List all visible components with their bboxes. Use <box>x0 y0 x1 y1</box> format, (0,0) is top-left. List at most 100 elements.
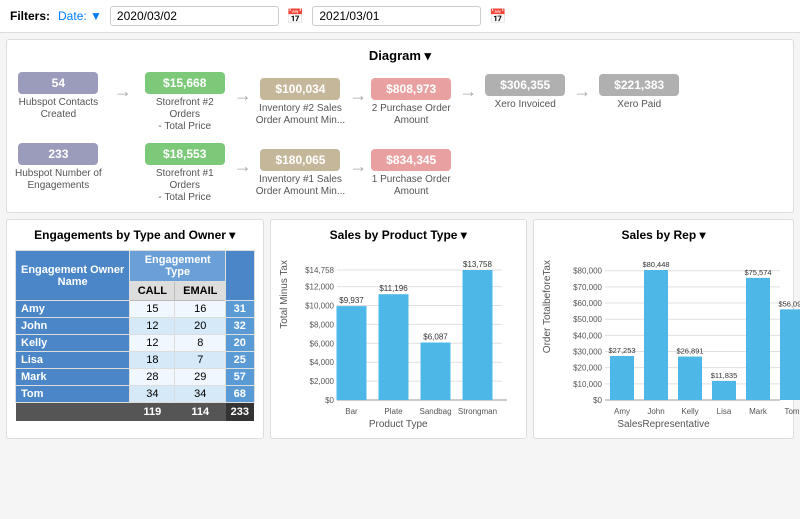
hubspot-engagements-label: Hubspot Number ofEngagements <box>15 168 102 192</box>
hubspot-engagements-node: 233 Hubspot Number ofEngagements <box>15 143 102 192</box>
bottom-panels: Engagements by Type and Owner ▾ Engageme… <box>6 219 794 439</box>
table-row: Mark 28 29 57 <box>16 369 255 386</box>
col-type-header: Engagement Type <box>130 251 226 282</box>
col-call-header: CALL <box>130 282 175 301</box>
sales-rep-title[interactable]: Sales by Rep ▾ <box>542 228 785 242</box>
sales-rep-panel: Sales by Rep ▾ Order TotalbeforeTax $0 $1… <box>533 219 794 439</box>
purchase1-value: $834,345 <box>371 149 451 171</box>
svg-text:$30,000: $30,000 <box>573 348 602 357</box>
hubspot-contacts-label: Hubspot ContactsCreated <box>19 97 99 121</box>
xero-paid-node: $221,383 Xero Paid <box>599 74 679 111</box>
storefront1-node: $18,553 Storefront #1 Orders- Total Pric… <box>140 143 230 204</box>
table-row: Tom 34 34 68 <box>16 386 255 403</box>
svg-text:$75,574: $75,574 <box>744 268 771 277</box>
sales-product-y-label: Total Minus Tax <box>279 260 290 329</box>
svg-text:Tom: Tom <box>784 407 799 416</box>
diagram-title[interactable]: Diagram ▾ <box>15 48 785 64</box>
svg-text:Bar: Bar <box>345 407 358 416</box>
sales-product-chart: $0 $2,000 $4,000 $6,000 $8,000 $10,000 $12,000… <box>292 250 512 415</box>
svg-text:Kelly: Kelly <box>681 407 698 416</box>
col-owner-header: Engagement Owner Name <box>16 251 130 301</box>
svg-text:John: John <box>647 407 664 416</box>
svg-text:$56,098: $56,098 <box>778 299 800 308</box>
xero-invoiced-value: $306,355 <box>485 74 565 96</box>
purchase2-value: $808,973 <box>371 78 451 100</box>
sales-product-title[interactable]: Sales by Product Type ▾ <box>279 228 519 242</box>
totals-call: 119 <box>130 403 175 422</box>
engagements-title[interactable]: Engagements by Type and Owner ▾ <box>15 228 255 242</box>
sales-rep-x-label: SalesRepresentative <box>542 419 785 430</box>
svg-text:$13,758: $13,758 <box>463 260 492 269</box>
svg-text:$0: $0 <box>325 396 334 405</box>
sales-product-panel: Sales by Product Type ▾ Total Minus Tax … <box>270 219 528 439</box>
flow-row-top: $15,668 Storefront #2 Orders- Total Pric… <box>140 72 451 133</box>
svg-text:Sandbag: Sandbag <box>419 407 451 416</box>
svg-text:$9,937: $9,937 <box>339 296 364 305</box>
svg-text:$11,196: $11,196 <box>379 284 408 293</box>
filters-bar: Filters: Date: ▼ 📅 📅 <box>0 0 800 33</box>
date-filter-button[interactable]: Date: ▼ <box>58 9 102 23</box>
svg-text:$4,000: $4,000 <box>309 358 334 367</box>
table-row: John 12 20 32 <box>16 318 255 335</box>
svg-text:Lisa: Lisa <box>717 407 732 416</box>
filters-label: Filters: <box>10 9 50 23</box>
inventory2-node: $100,034 Inventory #2 SalesOrder Amount … <box>256 78 345 127</box>
diagram-section: Diagram ▾ 54 Hubspot ContactsCreated 233… <box>6 39 794 213</box>
engagements-table: Engagement Owner Name Engagement Type CA… <box>15 250 255 421</box>
xero-paid-value: $221,383 <box>599 74 679 96</box>
table-row: Kelly 12 8 20 <box>16 335 255 352</box>
svg-text:$26,891: $26,891 <box>676 347 703 356</box>
inventory2-value: $100,034 <box>260 78 340 100</box>
totals-email: 114 <box>175 403 226 422</box>
svg-text:$80,448: $80,448 <box>642 260 669 269</box>
calendar-from-icon[interactable]: 📅 <box>287 8 304 25</box>
svg-text:Strongman: Strongman <box>457 407 496 416</box>
svg-text:$8,000: $8,000 <box>309 320 334 329</box>
totals-label <box>16 403 130 422</box>
engagements-totals-row: 119 114 233 <box>16 403 255 422</box>
svg-text:$0: $0 <box>593 396 602 405</box>
sales-rep-chart: $0 $10,000 $20,000 $30,000 $40,000 $50,000 $60… <box>555 250 785 415</box>
svg-text:$50,000: $50,000 <box>573 315 602 324</box>
storefront2-node: $15,668 Storefront #2 Orders- Total Pric… <box>140 72 230 133</box>
svg-text:$40,000: $40,000 <box>573 331 602 340</box>
svg-text:$60,000: $60,000 <box>573 299 602 308</box>
hubspot-contacts-value: 54 <box>18 72 98 94</box>
svg-text:Amy: Amy <box>614 407 630 416</box>
col-total-header <box>226 251 254 301</box>
purchase2-node: $808,973 2 Purchase OrderAmount <box>371 78 451 127</box>
svg-text:$10,000: $10,000 <box>305 302 334 311</box>
storefront2-value: $15,668 <box>145 72 225 94</box>
svg-text:$6,000: $6,000 <box>309 339 334 348</box>
engagements-panel: Engagements by Type and Owner ▾ Engageme… <box>6 219 264 439</box>
inventory1-node: $180,065 Inventory #1 SalesOrder Amount … <box>256 149 345 198</box>
svg-text:$2,000: $2,000 <box>309 377 334 386</box>
table-row: Lisa 18 7 25 <box>16 352 255 369</box>
date-from-input[interactable] <box>110 6 279 26</box>
calendar-to-icon[interactable]: 📅 <box>489 8 506 25</box>
svg-text:Plate: Plate <box>384 407 403 416</box>
svg-text:$6,087: $6,087 <box>423 332 448 341</box>
table-row: Amy 15 16 31 <box>16 301 255 318</box>
hubspot-contacts-node: 54 Hubspot ContactsCreated <box>15 72 102 121</box>
svg-text:Mark: Mark <box>749 407 768 416</box>
svg-text:$20,000: $20,000 <box>573 364 602 373</box>
svg-text:$80,000: $80,000 <box>573 267 602 276</box>
sales-rep-y-label: Order TotalbeforeTax <box>542 260 553 353</box>
svg-text:$14,758: $14,758 <box>305 266 334 275</box>
date-to-input[interactable] <box>312 6 481 26</box>
hubspot-engagements-value: 233 <box>18 143 98 165</box>
sales-product-x-label: Product Type <box>279 419 519 430</box>
xero-invoiced-node: $306,355 Xero Invoiced <box>485 74 565 111</box>
totals-total: 233 <box>226 403 254 422</box>
inventory1-value: $180,065 <box>260 149 340 171</box>
col-email-header: EMAIL <box>175 282 226 301</box>
svg-text:$27,253: $27,253 <box>608 346 635 355</box>
flow-row-bottom: $18,553 Storefront #1 Orders- Total Pric… <box>140 143 451 204</box>
purchase1-node: $834,345 1 Purchase OrderAmount <box>371 149 451 198</box>
svg-text:$10,000: $10,000 <box>573 380 602 389</box>
left-nodes: 54 Hubspot ContactsCreated 233 Hubspot N… <box>15 72 102 192</box>
storefront1-value: $18,553 <box>145 143 225 165</box>
svg-text:$11,835: $11,835 <box>711 371 738 380</box>
svg-text:$12,000: $12,000 <box>305 283 334 292</box>
